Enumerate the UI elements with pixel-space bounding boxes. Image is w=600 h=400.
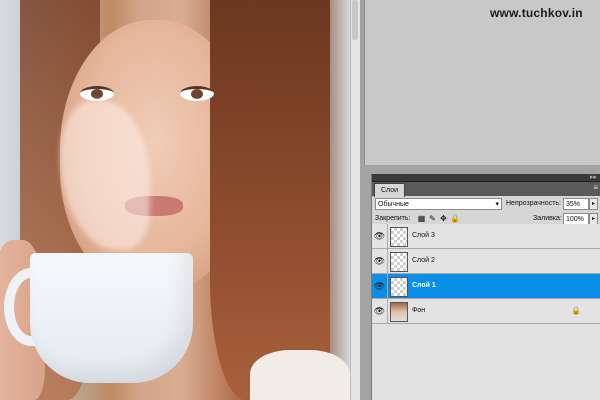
eye-icon[interactable]: 👁 (372, 249, 388, 273)
tab-layers[interactable]: Слои (374, 183, 406, 197)
photo-cup (30, 253, 193, 383)
watermark: www.tuchkov.in (490, 6, 583, 20)
layer-name: Фон (412, 307, 426, 314)
layer-thumbnail (390, 277, 408, 297)
panel-collapse-icon[interactable]: ▸▸ (590, 173, 597, 181)
canvas-scrollbar[interactable] (350, 0, 360, 400)
photo-eye-right (180, 86, 214, 101)
layer-thumbnail (390, 252, 408, 272)
layer-row-background[interactable]: 👁 Фон 🔒 (372, 299, 600, 324)
lock-all-icon[interactable]: 🔒 (450, 214, 460, 224)
panel-tab-row: Слои ≡ (372, 182, 600, 197)
layer-thumbnail (390, 227, 408, 247)
photo-shirt (250, 350, 350, 400)
layer-row-2[interactable]: 👁 Слой 2 (372, 249, 600, 274)
eye-icon[interactable]: 👁 (372, 224, 388, 248)
opacity-input[interactable]: 35% (563, 198, 589, 210)
eye-icon[interactable]: 👁 (372, 274, 388, 298)
layers-panel: ▸▸ Слои ≡ Обычные ▾ Непрозрачность: 35% … (371, 174, 600, 400)
layer-name: Слой 2 (412, 257, 435, 264)
blend-opacity-row: Обычные ▾ Непрозрачность: 35% ▸ (372, 198, 600, 211)
lock-brush-icon[interactable]: ✎ (428, 214, 437, 224)
panel-menu-icon[interactable]: ≡ (593, 183, 598, 192)
document-canvas[interactable] (0, 0, 350, 400)
blend-mode-value: Обычные (378, 201, 409, 208)
lock-icon: 🔒 (571, 306, 581, 315)
layer-name: Слой 3 (412, 232, 435, 239)
photo-hair-right (210, 0, 330, 400)
layers-list: 👁 Слой 3 👁 Слой 2 👁 Слой 1 👁 Фон 🔒 (372, 224, 600, 400)
canvas-scrollbar-thumb[interactable] (352, 0, 358, 40)
layer-thumbnail (390, 302, 408, 322)
layer-row-1-selected[interactable]: 👁 Слой 1 (372, 274, 600, 299)
lock-move-icon[interactable]: ✥ (439, 214, 448, 224)
photo-eye-left (80, 86, 114, 101)
lock-transparency-icon[interactable]: ▦ (417, 214, 426, 224)
opacity-arrow-button[interactable]: ▸ (589, 198, 598, 210)
panel-titlebar[interactable]: ▸▸ (372, 174, 600, 182)
layer-row-3[interactable]: 👁 Слой 3 (372, 224, 600, 249)
opacity-label: Непрозрачность: (506, 200, 561, 207)
chevron-down-icon: ▾ (495, 201, 499, 208)
layer-name: Слой 1 (412, 282, 436, 289)
workspace-panel-area (364, 0, 600, 165)
eye-icon[interactable]: 👁 (372, 299, 388, 323)
blend-mode-select[interactable]: Обычные ▾ (375, 198, 502, 210)
